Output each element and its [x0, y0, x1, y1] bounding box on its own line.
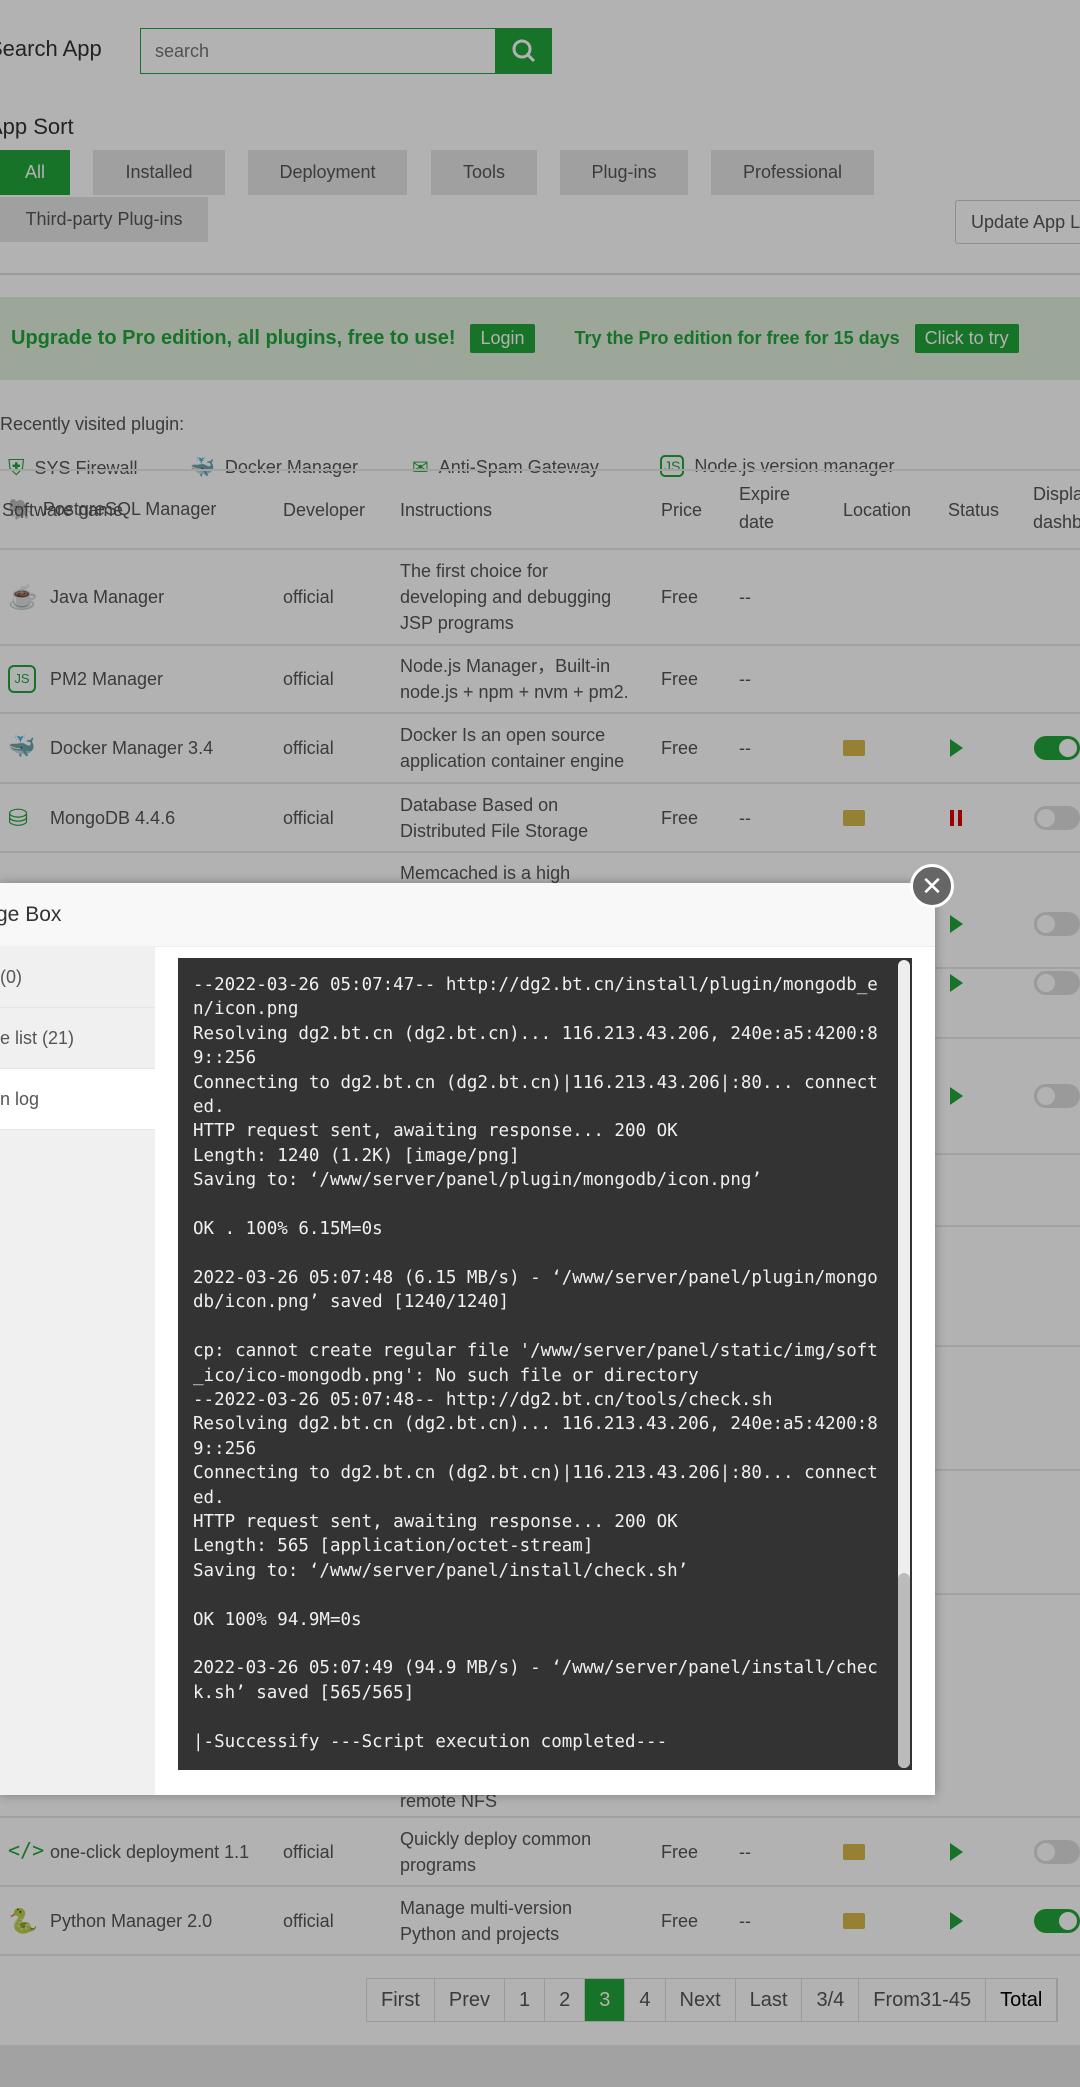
log-text: --2022-03-26 05:07:47-- http://dg2.bt.cn…	[193, 975, 878, 1752]
modal-tab-log[interactable]: n log	[0, 1069, 155, 1130]
modal-sidebar: (0) e list (21) n log	[0, 947, 155, 1795]
install-log-terminal: --2022-03-26 05:07:47-- http://dg2.bt.cn…	[178, 958, 912, 1770]
message-box-modal: ge Box (0) e list (21) n log --2022-03-2…	[0, 883, 935, 1795]
scrollbar-thumb[interactable]	[898, 1573, 910, 1768]
modal-header: ge Box	[0, 883, 935, 947]
modal-tab-1[interactable]: e list (21)	[0, 1008, 155, 1069]
modal-title: ge Box	[0, 902, 62, 926]
close-icon[interactable]: ✕	[910, 864, 954, 908]
modal-tab-0[interactable]: (0)	[0, 947, 155, 1008]
